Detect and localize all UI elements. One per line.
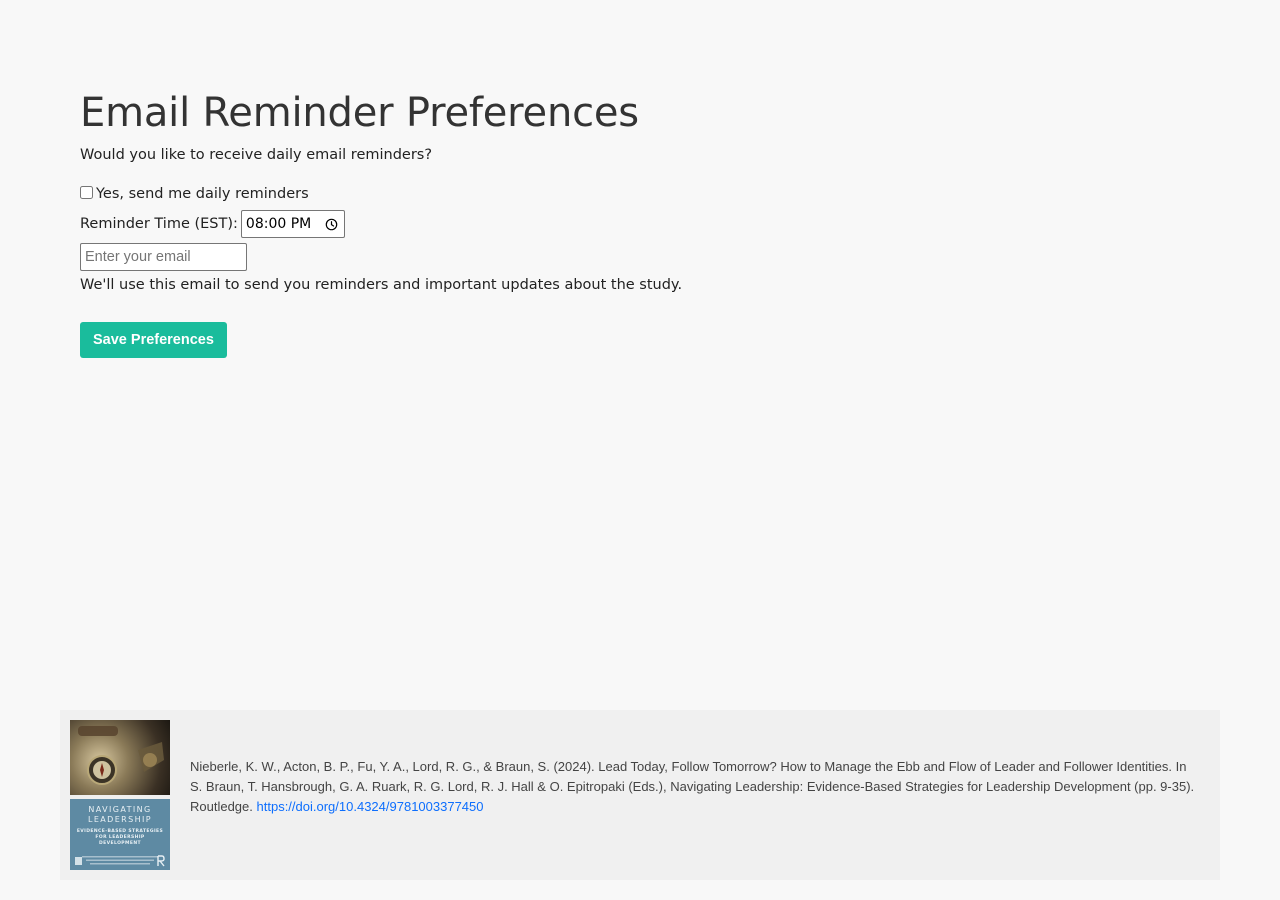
daily-reminders-checkbox[interactable]	[80, 185, 93, 199]
reminder-time-label: Reminder Time (EST):	[80, 216, 238, 232]
reminder-time-row: Reminder Time (EST): 08:00 PM	[80, 210, 780, 238]
daily-reminders-option[interactable]: Yes, send me daily reminders	[80, 184, 780, 204]
email-help-text: We'll use this email to send you reminde…	[80, 277, 683, 293]
cover-lower: NAVIGATING LEADERSHIP EVIDENCE-BASED STR…	[70, 799, 170, 870]
clock-icon[interactable]	[325, 218, 338, 231]
doi-link[interactable]: https://doi.org/10.4324/9781003377450	[257, 799, 484, 814]
citation-footer: NAVIGATING LEADERSHIP EVIDENCE-BASED STR…	[60, 710, 1220, 880]
book-cover-title: NAVIGATING LEADERSHIP	[87, 805, 153, 824]
question-text: Would you like to receive daily email re…	[80, 147, 433, 163]
email-input[interactable]	[80, 243, 247, 271]
page: Email Reminder Preferences Would you lik…	[0, 0, 1280, 900]
publisher-logo-icon	[75, 855, 165, 867]
page-title: Email Reminder Preferences	[80, 90, 639, 136]
cover-photo	[70, 720, 170, 795]
save-preferences-button[interactable]: Save Preferences	[80, 322, 227, 358]
book-cover-subtitle: EVIDENCE-BASED STRATEGIES FOR LEADERSHIP…	[76, 829, 164, 846]
book-cover-image: NAVIGATING LEADERSHIP EVIDENCE-BASED STR…	[70, 720, 170, 870]
compass-icon	[78, 726, 164, 785]
preferences-form: Email Reminder Preferences Would you lik…	[80, 88, 780, 358]
daily-reminders-label: Yes, send me daily reminders	[96, 186, 309, 202]
reminder-time-input[interactable]: 08:00 PM	[240, 210, 345, 238]
citation-text: Nieberle, K. W., Acton, B. P., Fu, Y. A.…	[190, 757, 1200, 817]
reminder-time-value: 08:00 PM	[245, 216, 312, 232]
